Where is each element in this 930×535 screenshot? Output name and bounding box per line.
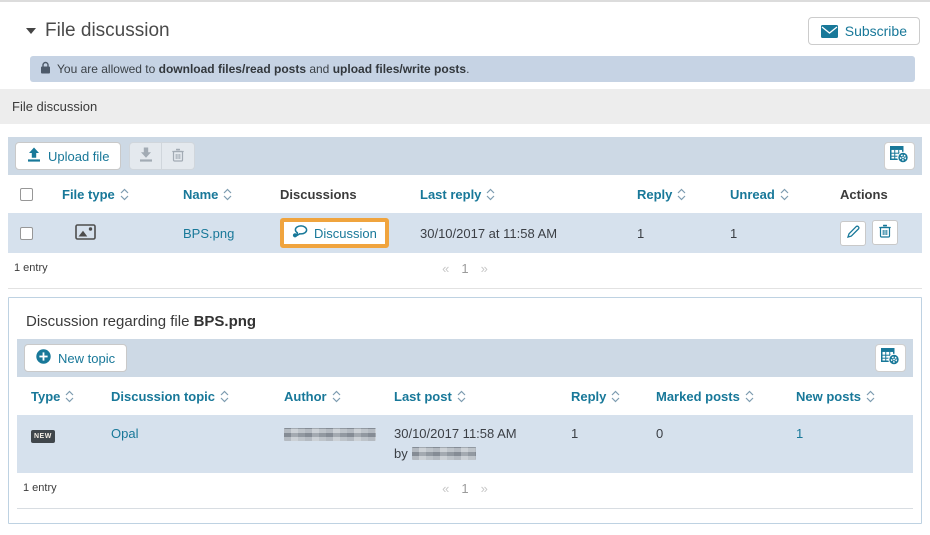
upload-file-button[interactable]: Upload file xyxy=(15,142,121,170)
section-label: File discussion xyxy=(12,99,97,114)
sort-icon xyxy=(65,390,74,403)
sort-icon xyxy=(677,188,686,201)
subscribe-label: Subscribe xyxy=(845,23,907,39)
new-topic-button[interactable]: New topic xyxy=(24,344,127,372)
sort-icon xyxy=(457,390,466,403)
sort-icon xyxy=(745,390,754,403)
topics-table-header-row: Type Discussion topic Author Last post R… xyxy=(17,377,913,415)
file-table-header-row: File type Name Discussions Last reply Re… xyxy=(8,175,922,213)
pagination-prev[interactable]: « xyxy=(442,481,449,496)
download-selected-button[interactable] xyxy=(129,142,162,170)
column-header-actions: Actions xyxy=(832,187,922,202)
column-header-file-type[interactable]: File type xyxy=(54,187,175,202)
column-header-author[interactable]: Author xyxy=(276,389,386,404)
sort-icon xyxy=(611,390,620,403)
last-post-cell: 30/10/2017 11:58 AM by xyxy=(386,415,563,461)
table-column-settings-button[interactable] xyxy=(875,344,906,372)
discussion-button-label: Discussion xyxy=(314,226,377,241)
column-header-last-reply[interactable]: Last reply xyxy=(412,187,629,202)
table-settings-icon xyxy=(890,146,909,166)
pagination-next[interactable]: » xyxy=(481,261,488,276)
column-header-reply[interactable]: Reply xyxy=(629,187,722,202)
pagination-current[interactable]: 1 xyxy=(461,481,468,496)
page-header: File discussion Subscribe xyxy=(26,14,920,48)
column-header-type[interactable]: Type xyxy=(17,389,103,404)
marked-posts-cell: 0 xyxy=(648,415,788,441)
select-all-checkbox[interactable] xyxy=(20,188,33,201)
last-reply-cell: 30/10/2017 at 11:58 AM xyxy=(412,226,629,241)
bulk-actions-group xyxy=(129,142,195,170)
lock-icon xyxy=(40,61,51,77)
image-file-icon xyxy=(75,228,96,243)
discussed-file-name: BPS.png xyxy=(194,313,257,330)
delete-button[interactable] xyxy=(872,220,898,245)
sort-icon xyxy=(220,390,229,403)
reply-count-cell: 1 xyxy=(629,226,722,241)
file-table-row: BPS.png Discussion 30/10/2017 at 11:58 A… xyxy=(8,213,922,253)
unread-count-cell: 1 xyxy=(722,226,832,241)
last-post-date: 30/10/2017 11:58 AM xyxy=(394,426,563,441)
discussion-bubble-icon xyxy=(292,225,308,241)
page-title: File discussion xyxy=(45,20,170,42)
table-settings-icon xyxy=(881,348,900,368)
file-table-footer: 1 entry «1» xyxy=(8,253,922,289)
column-header-unread[interactable]: Unread xyxy=(722,187,832,202)
section-header-bar: File discussion xyxy=(0,89,930,124)
upload-file-label: Upload file xyxy=(48,149,109,164)
subscribe-button[interactable]: Subscribe xyxy=(808,17,920,45)
edit-button[interactable] xyxy=(840,221,866,246)
discussion-button[interactable]: Discussion xyxy=(284,222,385,244)
top-divider xyxy=(0,0,930,2)
trash-icon xyxy=(172,148,184,165)
envelope-icon xyxy=(821,25,838,38)
column-header-marked-posts[interactable]: Marked posts xyxy=(648,389,788,404)
file-table-toolbar: Upload file xyxy=(8,137,922,175)
file-table: Upload file File type Name Discussion xyxy=(8,137,922,289)
discussion-panel: Discussion regarding file BPS.png New to… xyxy=(8,297,922,524)
column-header-new-posts[interactable]: New posts xyxy=(788,389,913,404)
permission-alert: You are allowed to download files/read p… xyxy=(30,56,915,82)
sort-icon xyxy=(486,188,495,201)
topic-link[interactable]: Opal xyxy=(111,426,138,441)
column-header-reply[interactable]: Reply xyxy=(563,389,648,404)
permission-text: You are allowed to download files/read p… xyxy=(57,62,469,76)
redacted-author xyxy=(412,447,476,460)
file-name-link[interactable]: BPS.png xyxy=(183,226,234,241)
delete-selected-button[interactable] xyxy=(162,142,195,170)
plus-circle-icon xyxy=(36,349,51,367)
last-post-by-label: by xyxy=(394,446,408,461)
column-header-discussions: Discussions xyxy=(272,187,412,202)
topic-row: NEW Opal 30/10/2017 11:58 AM by 1 0 1 xyxy=(17,415,913,473)
new-topic-label: New topic xyxy=(58,351,115,366)
pagination: « 1 » xyxy=(17,481,913,496)
sort-icon xyxy=(866,390,875,403)
discussion-toolbar: New topic xyxy=(17,339,913,377)
discussion-button-highlight: Discussion xyxy=(280,218,389,248)
column-header-name[interactable]: Name xyxy=(175,187,272,202)
redacted-author xyxy=(284,428,376,441)
discussion-panel-title: Discussion regarding file BPS.png xyxy=(9,298,921,339)
new-topic-badge: NEW xyxy=(31,430,55,443)
sort-icon xyxy=(780,188,789,201)
column-header-last-post[interactable]: Last post xyxy=(386,389,563,404)
collapse-caret-icon[interactable] xyxy=(26,28,36,34)
pagination-current[interactable]: 1 xyxy=(461,261,468,276)
pagination: « 1 » xyxy=(8,261,922,276)
file-type-cell xyxy=(54,224,175,243)
sort-icon xyxy=(332,390,341,403)
upload-icon xyxy=(27,147,41,165)
pagination-prev[interactable]: « xyxy=(442,261,449,276)
sort-icon xyxy=(223,188,232,201)
sort-icon xyxy=(120,188,129,201)
row-checkbox[interactable] xyxy=(20,227,33,240)
topics-table-footer: 1 entry «1» xyxy=(17,473,913,509)
column-header-discussion-topic[interactable]: Discussion topic xyxy=(103,389,276,404)
table-column-settings-button[interactable] xyxy=(884,142,915,170)
pagination-next[interactable]: » xyxy=(481,481,488,496)
trash-icon xyxy=(879,224,891,241)
reply-count-cell: 1 xyxy=(563,415,648,441)
pencil-icon xyxy=(847,225,860,241)
download-icon xyxy=(139,147,153,165)
new-posts-link[interactable]: 1 xyxy=(796,426,803,441)
